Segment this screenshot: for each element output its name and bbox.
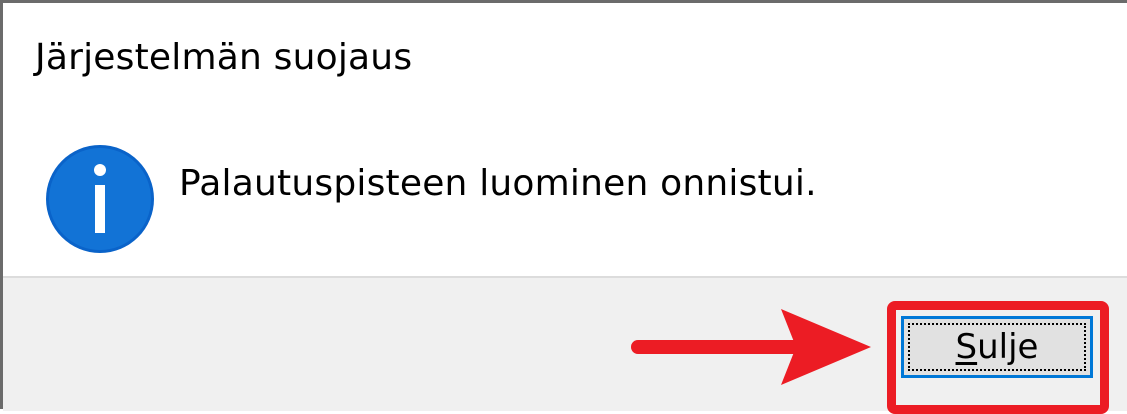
dialog-title: Järjestelmän suojaus — [35, 37, 413, 78]
close-button[interactable]: Sulje — [901, 316, 1093, 378]
arrow-right-icon — [631, 309, 871, 385]
close-button-label: ulje — [977, 327, 1039, 367]
dialog-message: Palautuspisteen luominen onnistui. — [179, 163, 817, 204]
info-icon — [46, 145, 154, 253]
system-protection-dialog: Järjestelmän suojaus Palautuspisteen luo… — [0, 0, 1127, 414]
close-button-mnemonic: S — [955, 327, 978, 367]
